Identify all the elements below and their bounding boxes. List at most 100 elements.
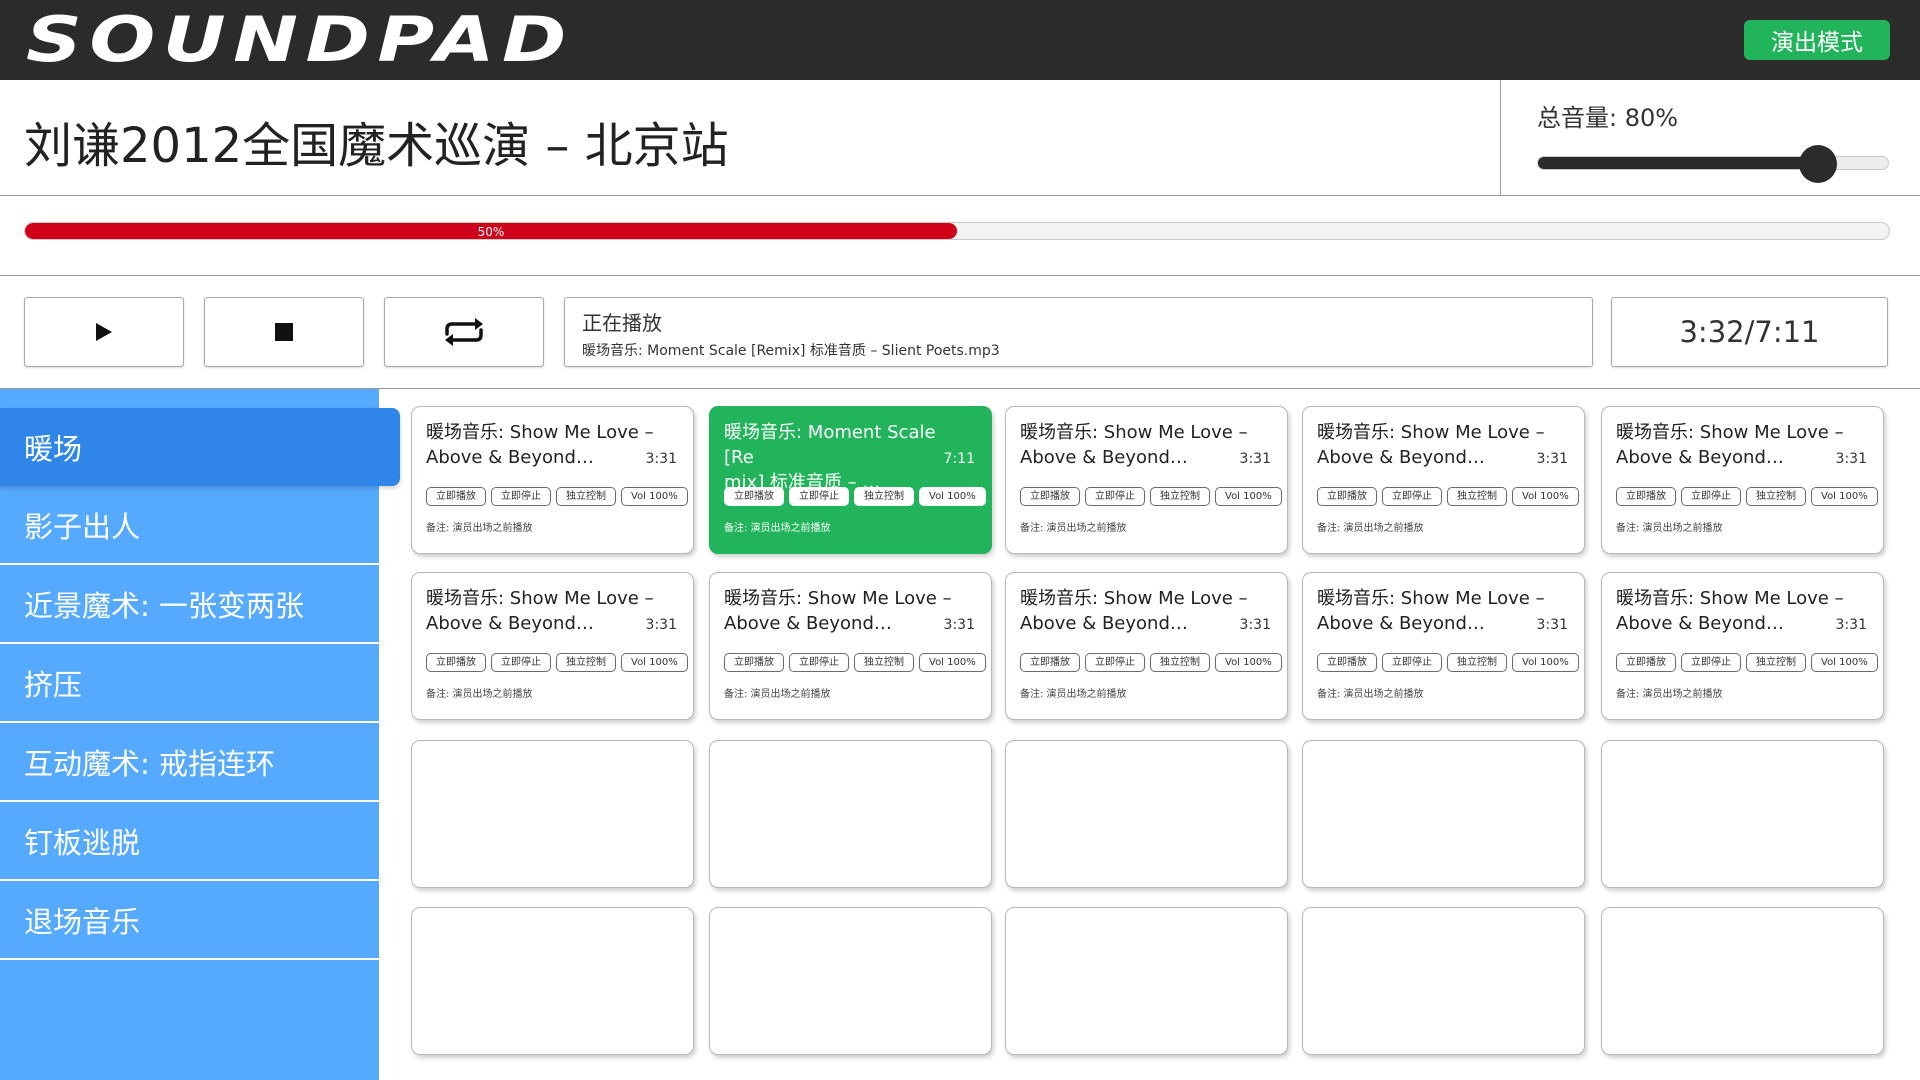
empty-sound-pad[interactable] [1601,740,1884,888]
pad-duration: 3:31 [1835,617,1867,633]
playback-progress-bar[interactable]: 50% [24,222,1890,240]
pad-solo-control-button[interactable]: 独立控制 [1746,487,1806,506]
pad-play-now-button[interactable]: 立即播放 [426,487,486,506]
sidebar-item-squeeze[interactable]: 挤压 [0,645,379,723]
pad-play-now-button[interactable]: 立即播放 [1616,653,1676,672]
playback-time: 3:32/7:11 [1611,297,1888,367]
empty-sound-pad[interactable] [709,740,992,888]
pad-note: 备注: 演员出场之前播放 [1317,523,1424,534]
pad-solo-control-button[interactable]: 独立控制 [1447,487,1507,506]
empty-sound-pad[interactable] [1005,740,1288,888]
pad-play-now-button[interactable]: 立即播放 [1020,653,1080,672]
pad-solo-control-button[interactable]: 独立控制 [1150,653,1210,672]
empty-sound-pad[interactable] [1005,907,1288,1055]
pad-title: 暖场音乐: Moment Scale [Re mix] 标准音质 – … [724,422,936,493]
sidebar-item-shadow[interactable]: 影子出人 [0,487,379,565]
pad-stop-now-button[interactable]: 立即停止 [1382,487,1442,506]
pad-volume-button[interactable]: Vol 100% [621,653,688,672]
sidebar-item-exit-music[interactable]: 退场音乐 [0,882,379,960]
sound-pad[interactable]: 暖场音乐: Show Me Love – Above & Beyond… 3:31… [1302,406,1585,554]
sidebar-item-nailboard[interactable]: 钉板逃脱 [0,803,379,881]
pad-play-now-button[interactable]: 立即播放 [724,487,784,506]
master-volume-slider[interactable] [1537,145,1889,183]
sidebar-item-warmup[interactable]: 暖场 [0,408,400,486]
pad-play-now-button[interactable]: 立即播放 [1020,487,1080,506]
pad-stop-now-button[interactable]: 立即停止 [491,487,551,506]
pad-button-row: 立即播放 立即停止 独立控制 Vol 100% [724,487,986,506]
sound-pad[interactable]: 暖场音乐: Show Me Love – Above & Beyond… 3:31… [411,572,694,720]
sound-pad[interactable]: 暖场音乐: Show Me Love – Above & Beyond… 3:31… [1005,406,1288,554]
sidebar-item-closeup[interactable]: 近景魔术: 一张变两张 [0,566,379,644]
pad-stop-now-button[interactable]: 立即停止 [789,653,849,672]
pad-play-now-button[interactable]: 立即播放 [724,653,784,672]
pad-solo-control-button[interactable]: 独立控制 [556,653,616,672]
empty-sound-pad[interactable] [411,907,694,1055]
pad-duration: 3:31 [645,451,677,467]
pad-play-now-button[interactable]: 立即播放 [1317,487,1377,506]
pad-volume-button[interactable]: Vol 100% [1512,653,1579,672]
sidebar-item-rings[interactable]: 互动魔术: 戒指连环 [0,724,379,802]
empty-sound-pad[interactable] [1302,740,1585,888]
pad-solo-control-button[interactable]: 独立控制 [854,487,914,506]
loop-button[interactable] [384,297,544,367]
pad-stop-now-button[interactable]: 立即停止 [1681,653,1741,672]
pad-title: 暖场音乐: Show Me Love – Above & Beyond… [1020,422,1248,468]
sound-pad[interactable]: 暖场音乐: Show Me Love – Above & Beyond… 3:31… [709,572,992,720]
pad-solo-control-button[interactable]: 独立控制 [556,487,616,506]
pad-play-now-button[interactable]: 立即播放 [1317,653,1377,672]
pad-title: 暖场音乐: Show Me Love – Above & Beyond… [1317,422,1545,468]
pad-note: 备注: 演员出场之前播放 [1616,689,1723,700]
pad-volume-button[interactable]: Vol 100% [1215,487,1282,506]
pad-note: 备注: 演员出场之前播放 [1616,523,1723,534]
pad-button-row: 立即播放 立即停止 独立控制 Vol 100% [1317,487,1579,506]
pad-stop-now-button[interactable]: 立即停止 [1681,487,1741,506]
stop-button[interactable] [204,297,364,367]
sidebar-item-label: 暖场 [24,432,83,466]
app-logo: SOUNDPAD [26,3,574,76]
sound-pad[interactable]: 暖场音乐: Show Me Love – Above & Beyond… 3:31… [1601,572,1884,720]
performance-mode-button[interactable]: 演出模式 [1744,20,1890,60]
play-icon [96,323,112,341]
pad-title: 暖场音乐: Show Me Love – Above & Beyond… [724,588,952,634]
master-volume-fill [1538,157,1818,169]
playback-progress-label: 50% [477,225,505,239]
pad-volume-button[interactable]: Vol 100% [1215,653,1282,672]
pad-solo-control-button[interactable]: 独立控制 [1746,653,1806,672]
empty-sound-pad[interactable] [411,740,694,888]
pad-title: 暖场音乐: Show Me Love – Above & Beyond… [1317,588,1545,634]
pad-volume-button[interactable]: Vol 100% [1811,487,1878,506]
empty-sound-pad[interactable] [1601,907,1884,1055]
pad-stop-now-button[interactable]: 立即停止 [789,487,849,506]
pad-solo-control-button[interactable]: 独立控制 [1150,487,1210,506]
pad-play-now-button[interactable]: 立即播放 [1616,487,1676,506]
pad-solo-control-button[interactable]: 独立控制 [1447,653,1507,672]
pad-stop-now-button[interactable]: 立即停止 [1382,653,1442,672]
pad-volume-button[interactable]: Vol 100% [1811,653,1878,672]
sound-pad[interactable]: 暖场音乐: Moment Scale [Re mix] 标准音质 – … 7:11… [709,406,992,554]
pad-volume-button[interactable]: Vol 100% [1512,487,1579,506]
empty-sound-pad[interactable] [1302,907,1585,1055]
show-title: 刘谦2012全国魔术巡演 – 北京站 [24,118,729,174]
pad-play-now-button[interactable]: 立即播放 [426,653,486,672]
pad-volume-button[interactable]: Vol 100% [621,487,688,506]
pad-volume-button[interactable]: Vol 100% [919,653,986,672]
sound-pad[interactable]: 暖场音乐: Show Me Love – Above & Beyond… 3:31… [411,406,694,554]
sound-pad[interactable]: 暖场音乐: Show Me Love – Above & Beyond… 3:31… [1302,572,1585,720]
sidebar-item-label: 挤压 [24,668,83,702]
pad-stop-now-button[interactable]: 立即停止 [1085,653,1145,672]
pad-button-row: 立即播放 立即停止 独立控制 Vol 100% [1616,653,1878,672]
pad-stop-now-button[interactable]: 立即停止 [1085,487,1145,506]
play-button[interactable] [24,297,184,367]
pad-stop-now-button[interactable]: 立即停止 [491,653,551,672]
sound-pad[interactable]: 暖场音乐: Show Me Love – Above & Beyond… 3:31… [1601,406,1884,554]
top-bar: SOUNDPAD 演出模式 [0,0,1920,80]
pad-volume-button[interactable]: Vol 100% [919,487,986,506]
scene-sidebar: 暖场 影子出人 近景魔术: 一张变两张 挤压 互动魔术: 戒指连环 钉板逃脱 退… [0,389,400,1080]
pad-solo-control-button[interactable]: 独立控制 [854,653,914,672]
master-volume-knob[interactable] [1799,145,1837,183]
sound-pad[interactable]: 暖场音乐: Show Me Love – Above & Beyond… 3:31… [1005,572,1288,720]
empty-sound-pad[interactable] [709,907,992,1055]
pad-duration: 7:11 [943,451,975,467]
master-volume-label: 总音量: 80% [1537,104,1679,132]
pad-note: 备注: 演员出场之前播放 [724,689,831,700]
